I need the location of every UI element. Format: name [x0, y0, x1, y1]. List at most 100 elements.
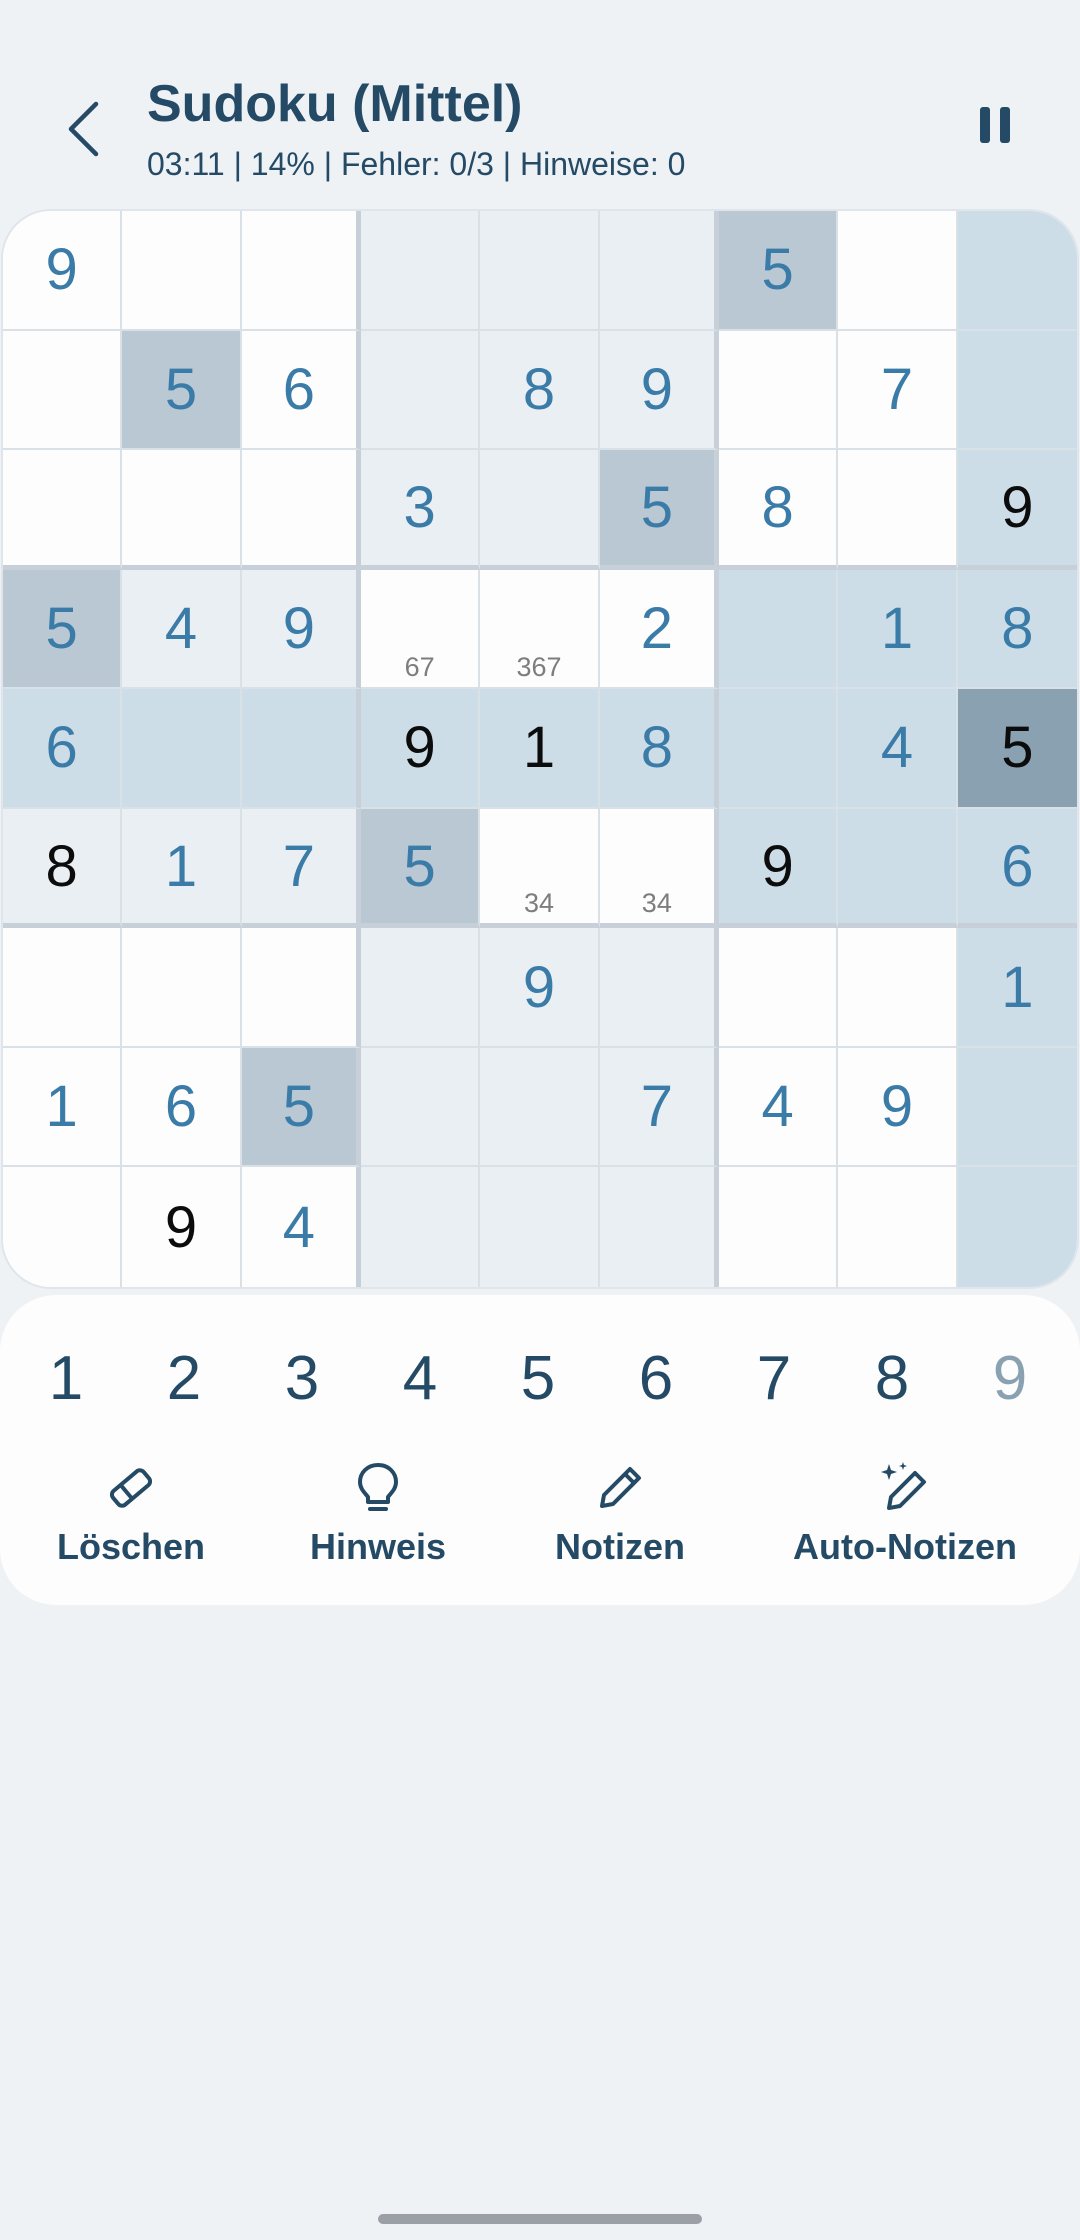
cell-r4c3[interactable]: 9: [241, 569, 361, 690]
number-button-4[interactable]: 4: [375, 1333, 465, 1423]
cell-r5c2[interactable]: [122, 689, 242, 809]
cell-r9c8[interactable]: [838, 1167, 958, 1287]
cell-r2c7[interactable]: [719, 330, 839, 451]
cell-r1c2[interactable]: [122, 211, 242, 331]
cell-r5c4[interactable]: 9: [361, 689, 481, 809]
cell-r2c4[interactable]: [361, 330, 481, 451]
cell-r3c1[interactable]: [3, 450, 123, 570]
cell-r4c9[interactable]: 8: [957, 569, 1077, 690]
cell-r3c9[interactable]: 9: [957, 450, 1077, 570]
cell-r9c9[interactable]: [957, 1167, 1077, 1287]
cell-r4c5[interactable]: 367: [480, 569, 600, 690]
cell-r1c7[interactable]: 5: [719, 211, 839, 331]
number-button-2[interactable]: 2: [139, 1333, 229, 1423]
cell-r7c3[interactable]: [241, 928, 361, 1048]
cell-r1c6[interactable]: [599, 211, 719, 331]
cell-r3c6[interactable]: 5: [599, 450, 719, 570]
cell-r5c1[interactable]: 6: [3, 689, 123, 809]
cell-r3c4[interactable]: 3: [361, 450, 481, 570]
cell-r1c9[interactable]: [957, 211, 1077, 331]
cell-r3c5[interactable]: [480, 450, 600, 570]
cell-r7c2[interactable]: [122, 928, 242, 1048]
cell-notes: 34: [641, 888, 672, 919]
cell-r4c4[interactable]: 67: [361, 569, 481, 690]
cell-r4c8[interactable]: 1: [838, 569, 958, 690]
cell-r2c6[interactable]: 9: [599, 330, 719, 451]
cell-r6c5[interactable]: 34: [480, 808, 600, 929]
cell-r9c4[interactable]: [361, 1167, 481, 1287]
cell-r8c8[interactable]: 9: [838, 1047, 958, 1168]
cell-r7c6[interactable]: [599, 928, 719, 1048]
number-button-5[interactable]: 5: [493, 1333, 583, 1423]
cell-r7c5[interactable]: 9: [480, 928, 600, 1048]
erase-button[interactable]: Löschen: [56, 1460, 206, 1568]
auto-notes-button[interactable]: Auto-Notizen: [780, 1460, 1030, 1568]
cell-r1c5[interactable]: [480, 211, 600, 331]
cell-r6c1[interactable]: 8: [3, 808, 123, 929]
cell-r6c8[interactable]: [838, 808, 958, 929]
cell-r1c3[interactable]: [241, 211, 361, 331]
cell-r5c5[interactable]: 1: [480, 689, 600, 809]
cell-r7c1[interactable]: [3, 928, 123, 1048]
cell-r4c1[interactable]: 5: [3, 569, 123, 690]
cell-r5c8[interactable]: 4: [838, 689, 958, 809]
cell-r4c2[interactable]: 4: [122, 569, 242, 690]
cell-r7c9[interactable]: 1: [957, 928, 1077, 1048]
cell-r9c3[interactable]: 4: [241, 1167, 361, 1287]
cell-r9c5[interactable]: [480, 1167, 600, 1287]
cell-r2c3[interactable]: 6: [241, 330, 361, 451]
cell-r1c1[interactable]: 9: [3, 211, 123, 331]
cell-r3c3[interactable]: [241, 450, 361, 570]
cell-r6c2[interactable]: 1: [122, 808, 242, 929]
cell-r6c7[interactable]: 9: [719, 808, 839, 929]
cell-r9c7[interactable]: [719, 1167, 839, 1287]
cell-r8c7[interactable]: 4: [719, 1047, 839, 1168]
cell-r2c5[interactable]: 8: [480, 330, 600, 451]
cell-notes: 67: [404, 652, 435, 683]
notes-button[interactable]: Notizen: [545, 1460, 695, 1568]
number-button-6[interactable]: 6: [611, 1333, 701, 1423]
cell-r3c8[interactable]: [838, 450, 958, 570]
cell-r5c9[interactable]: 5: [957, 689, 1077, 809]
cell-r3c2[interactable]: [122, 450, 242, 570]
home-indicator[interactable]: [378, 2214, 702, 2224]
cell-digit: 9: [880, 1074, 914, 1140]
cell-r5c7[interactable]: [719, 689, 839, 809]
cell-r6c4[interactable]: 5: [361, 808, 481, 929]
cell-r8c5[interactable]: [480, 1047, 600, 1168]
pause-button[interactable]: [970, 100, 1020, 150]
cell-r6c9[interactable]: 6: [957, 808, 1077, 929]
cell-r3c7[interactable]: 8: [719, 450, 839, 570]
cell-r2c8[interactable]: 7: [838, 330, 958, 451]
cell-r6c3[interactable]: 7: [241, 808, 361, 929]
cell-r2c1[interactable]: [3, 330, 123, 451]
hint-button[interactable]: Hinweis: [303, 1460, 453, 1568]
cell-r8c2[interactable]: 6: [122, 1047, 242, 1168]
number-button-8[interactable]: 8: [847, 1333, 937, 1423]
number-button-9[interactable]: 9: [965, 1333, 1055, 1423]
cell-r4c6[interactable]: 2: [599, 569, 719, 690]
cell-r6c6[interactable]: 34: [599, 808, 719, 929]
cell-r4c7[interactable]: [719, 569, 839, 690]
cell-r9c1[interactable]: [3, 1167, 123, 1287]
cell-r8c3[interactable]: 5: [241, 1047, 361, 1168]
cell-r2c9[interactable]: [957, 330, 1077, 451]
cell-r1c8[interactable]: [838, 211, 958, 331]
cell-r8c9[interactable]: [957, 1047, 1077, 1168]
cell-r7c4[interactable]: [361, 928, 481, 1048]
cell-r8c4[interactable]: [361, 1047, 481, 1168]
back-button[interactable]: [56, 92, 110, 166]
cell-r1c4[interactable]: [361, 211, 481, 331]
number-button-7[interactable]: 7: [729, 1333, 819, 1423]
cell-r5c6[interactable]: 8: [599, 689, 719, 809]
cell-r2c2[interactable]: 5: [122, 330, 242, 451]
cell-r9c6[interactable]: [599, 1167, 719, 1287]
cell-r7c7[interactable]: [719, 928, 839, 1048]
number-button-1[interactable]: 1: [21, 1333, 111, 1423]
cell-r7c8[interactable]: [838, 928, 958, 1048]
cell-r8c1[interactable]: 1: [3, 1047, 123, 1168]
cell-r5c3[interactable]: [241, 689, 361, 809]
number-button-3[interactable]: 3: [257, 1333, 347, 1423]
cell-r9c2[interactable]: 9: [122, 1167, 242, 1287]
cell-r8c6[interactable]: 7: [599, 1047, 719, 1168]
